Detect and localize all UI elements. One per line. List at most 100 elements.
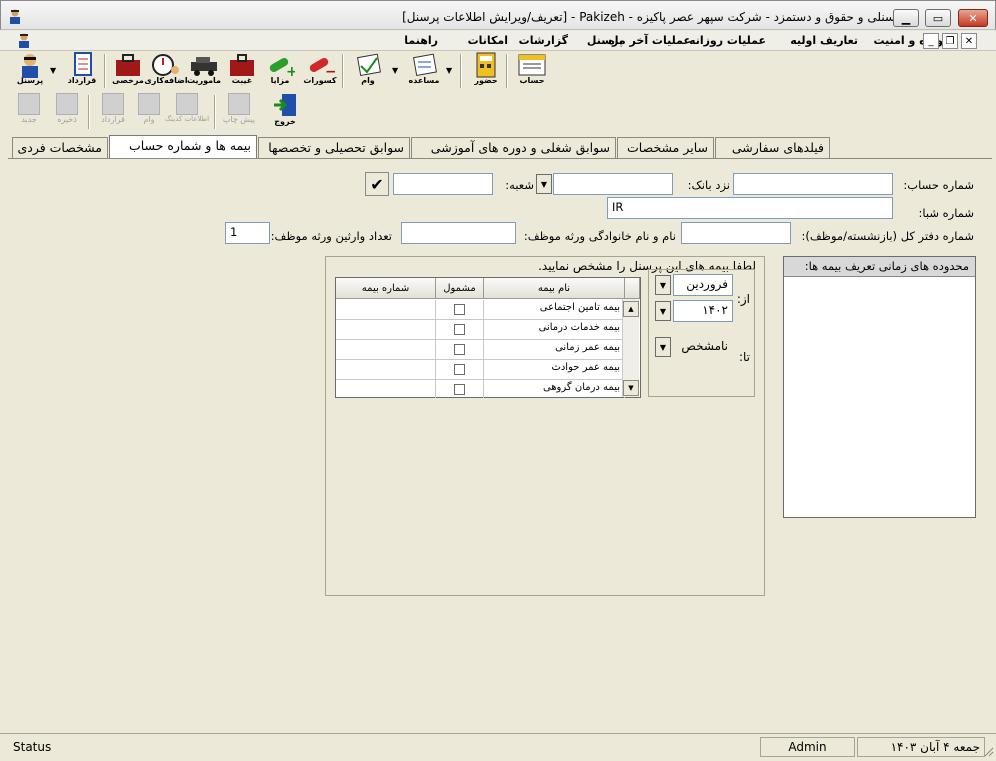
sheba-input[interactable]: IR (607, 197, 893, 219)
minimize-icon: ▁ (901, 11, 911, 25)
sheba-label: شماره شبا: (918, 206, 974, 220)
ledger-number-input[interactable] (681, 222, 791, 244)
table-row[interactable]: بیمه عمر زمانی (336, 340, 625, 360)
contract-icon (67, 52, 97, 78)
leave-button[interactable]: مرخصی (110, 52, 146, 85)
included-checkbox[interactable] (454, 384, 465, 395)
tab-work-history[interactable]: سوابق شغلی و دوره های آموزشی (411, 137, 616, 158)
main-toolbar: پرسنل ▼ قرارداد مرخصی اضافه‌کاری ماموریت… (8, 52, 568, 92)
assistance-dropdown-arrow[interactable]: ▼ (446, 66, 452, 75)
bank-dropdown-button[interactable]: ▼ (536, 174, 552, 194)
attendance-button[interactable]: حضور (468, 52, 504, 85)
tab-custom-fields[interactable]: فیلدهای سفارشی (715, 137, 830, 158)
double-check-icon: ✔ (370, 174, 384, 194)
heir-name-input[interactable] (401, 222, 516, 244)
save-button[interactable]: ذخیره (50, 93, 84, 124)
menu-daily-operations[interactable]: عملیات روزانه (689, 34, 766, 47)
assistance-button[interactable]: مساعده (406, 52, 442, 85)
table-row[interactable]: بیمه خدمات درمانی (336, 320, 625, 340)
toolbar-separator (342, 54, 344, 88)
insurance-name-cell: بیمه درمان گروهی (484, 380, 625, 398)
loan-dropdown-arrow[interactable]: ▼ (392, 66, 398, 75)
table-row[interactable]: بیمه درمان گروهی (336, 380, 625, 398)
included-cell (436, 300, 484, 320)
to-select[interactable]: نامشخص (673, 336, 733, 358)
scroll-down-button[interactable]: ▼ (623, 380, 639, 396)
tab-insurance-accounts[interactable]: بیمه ها و شماره حساب (109, 135, 257, 159)
insurance-number-cell[interactable] (336, 320, 436, 340)
resize-grip-icon[interactable] (983, 746, 994, 757)
close-button[interactable]: ✕ (958, 9, 988, 27)
mdi-close-button[interactable]: ✕ (961, 33, 977, 49)
personnel-button[interactable]: پرسنل (12, 52, 48, 85)
included-checkbox[interactable] (454, 304, 465, 315)
included-cell (436, 380, 484, 398)
print-preview-icon (228, 93, 250, 115)
menu-month-end[interactable]: عملیات آخر ماه (608, 34, 691, 47)
menu-tools[interactable]: امکانات (468, 34, 508, 47)
maximize-button[interactable]: ▭ (925, 9, 951, 27)
column-included[interactable]: مشمول (436, 278, 484, 299)
from-year-select[interactable]: ۱۴۰۲ (673, 300, 733, 322)
new-button[interactable]: جدید (12, 93, 46, 124)
coding-info-button[interactable]: اطلاعات کدینگ (165, 93, 209, 123)
contract-button[interactable]: قرارداد (64, 52, 100, 85)
mdi-minimize-button[interactable]: _ (923, 33, 939, 49)
from-month-dropdown-button[interactable]: ▼ (655, 275, 671, 295)
table-row[interactable]: بیمه عمر حوادث (336, 360, 625, 380)
insurance-number-cell[interactable] (336, 380, 436, 398)
grid-indicator-header (625, 278, 640, 299)
table-row[interactable]: بیمه تامین اجتماعی (336, 300, 625, 320)
tab-personal-info[interactable]: مشخصات فردی (12, 137, 108, 158)
included-cell (436, 340, 484, 360)
scroll-up-button[interactable]: ▲ (623, 301, 639, 317)
print-preview-button[interactable]: پیش چاپ (222, 93, 256, 124)
grid-vertical-scrollbar[interactable]: ▲ ▼ (622, 299, 639, 397)
loan-print-button[interactable]: وام (132, 93, 166, 124)
branch-input[interactable] (393, 173, 493, 195)
personnel-icon (15, 52, 45, 78)
benefits-button[interactable]: + مزایا (262, 52, 298, 85)
contract-print-icon (102, 93, 124, 115)
mdi-restore-button[interactable]: ❐ (942, 33, 958, 49)
included-checkbox[interactable] (454, 324, 465, 335)
contract-print-button[interactable]: قرارداد (96, 93, 130, 124)
insurance-number-cell[interactable] (336, 300, 436, 320)
included-checkbox[interactable] (454, 344, 465, 355)
loan-icon (353, 52, 383, 78)
account-number-input[interactable] (733, 173, 893, 195)
insurance-name-cell: بیمه عمر زمانی (484, 340, 625, 360)
absence-button[interactable]: غیبت (224, 52, 260, 85)
menu-help[interactable]: راهنما (404, 34, 438, 47)
from-month-select[interactable]: فروردین (673, 274, 733, 296)
bank-select[interactable] (553, 173, 673, 195)
loan-button[interactable]: وام (350, 52, 386, 85)
tab-other-info[interactable]: سایر مشخصات (617, 137, 714, 158)
mission-button[interactable]: ماموریت (186, 52, 222, 85)
assistance-icon (409, 52, 439, 78)
insurance-number-cell[interactable] (336, 340, 436, 360)
branch-lookup-button[interactable]: ✔ (365, 172, 389, 196)
tab-education[interactable]: سوابق تحصیلی و تخصصها (258, 137, 410, 158)
menu-definitions[interactable]: تعاریف اولیه (790, 34, 858, 47)
account-button[interactable]: حساب (514, 52, 550, 85)
insurance-number-cell[interactable] (336, 360, 436, 380)
minimize-button[interactable]: ▁ (893, 9, 919, 27)
deductions-button[interactable]: − کسورات (302, 52, 338, 85)
included-checkbox[interactable] (454, 364, 465, 375)
insurance-date-ranges-list[interactable]: محدوده های زمانی تعریف بیمه ها: (783, 256, 976, 518)
from-label: از: (736, 292, 750, 306)
to-dropdown-button[interactable]: ▼ (655, 337, 671, 357)
column-insurance-name[interactable]: نام بیمه (484, 278, 625, 299)
absence-icon (227, 52, 257, 78)
exit-button[interactable]: خروج (268, 93, 302, 126)
menu-reports[interactable]: گزارشات (519, 34, 568, 47)
overtime-button[interactable]: اضافه‌کاری (144, 52, 188, 85)
personnel-dropdown-arrow[interactable]: ▼ (50, 66, 56, 75)
heirs-count-input[interactable]: 1 (225, 222, 270, 244)
record-toolbar: جدید ذخیره قرارداد وام اطلاعات کدینگ پیش… (8, 93, 308, 131)
column-insurance-number[interactable]: شماره بیمه (336, 278, 436, 299)
leave-icon (113, 52, 143, 78)
from-year-dropdown-button[interactable]: ▼ (655, 301, 671, 321)
benefits-icon: + (265, 52, 298, 80)
